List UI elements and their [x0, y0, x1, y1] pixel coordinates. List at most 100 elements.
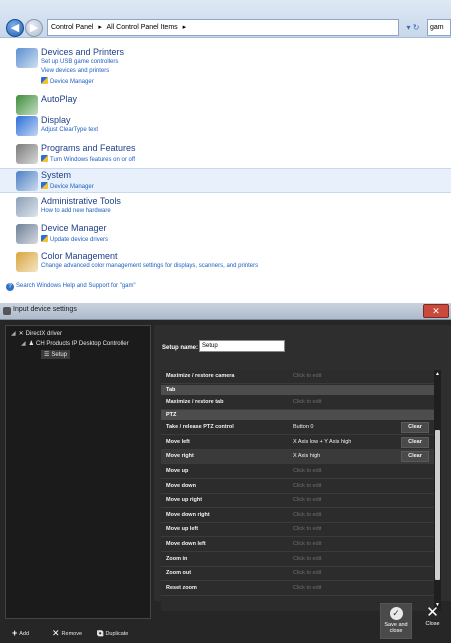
breadcrumb-all-items[interactable]: All Control Panel Items [106, 24, 177, 31]
binding-value[interactable]: Click to edit [293, 373, 321, 379]
cp-item-title[interactable]: Device Manager [41, 223, 107, 233]
cp-item-title[interactable]: Programs and Features [41, 143, 136, 153]
cp-item-sublink[interactable]: Device Manager [41, 77, 94, 85]
cp-item-display[interactable]: Display Adjust ClearType text [0, 114, 451, 138]
duplicate-button[interactable]: ⧉ Duplicate [97, 627, 128, 639]
cp-item-device-manager[interactable]: Device Manager Update device drivers [0, 222, 451, 246]
remove-label: Remove [61, 631, 83, 637]
binding-value[interactable]: Click to edit [293, 585, 321, 591]
binding-value[interactable]: Click to edit [293, 512, 321, 518]
tree-node-setup[interactable]: ☰ Setup [41, 350, 71, 359]
search-help-link[interactable]: ? Search Windows Help and Support for "ga… [6, 283, 136, 291]
cp-item-administrative-tools[interactable]: Administrative Tools How to add new hardw… [0, 195, 451, 219]
back-arrow-icon: ◀ [10, 22, 20, 34]
close-button[interactable]: ✕ Close [416, 603, 449, 639]
binding-row[interactable]: Take / release PTZ control Button 0 Clear [161, 421, 434, 436]
cp-item-title[interactable]: Display [41, 115, 71, 125]
help-icon: ? [6, 283, 14, 291]
cp-item-sublink[interactable]: Turn Windows features on or off [41, 155, 135, 163]
cp-item-sublink[interactable]: How to add new hardware [41, 208, 111, 214]
breadcrumb-control-panel[interactable]: Control Panel [51, 24, 93, 31]
cp-item-sublink[interactable]: Adjust ClearType text [41, 127, 98, 133]
cp-item-sublink[interactable]: Change advanced color management setting… [41, 263, 258, 269]
tree-node-directx[interactable]: ◢ ✕ DirectX driver [11, 330, 62, 337]
search-input[interactable]: gam [427, 19, 451, 36]
refresh-icon[interactable]: ▾ ↻ [401, 19, 425, 36]
cp-item-system[interactable]: System Device Manager [0, 168, 451, 193]
control-panel-window: ◀ ▶ Control Panel ▸ All Control Panel It… [0, 0, 451, 302]
color-management-icon [16, 252, 38, 272]
binding-row[interactable]: Move up right Click to edit [161, 494, 434, 509]
window-close-button[interactable]: ✕ [423, 304, 449, 318]
collapse-icon[interactable]: ◢ [21, 341, 26, 347]
binding-row[interactable]: Move down right Click to edit [161, 509, 434, 523]
binding-row[interactable]: Zoom in Click to edit [161, 553, 434, 567]
binding-row[interactable]: Maximize / restore camera Click to edit [161, 370, 434, 384]
scrollbar[interactable]: ▲ ▼ [434, 370, 441, 611]
cp-item-color-management[interactable]: Color Management Change advanced color ma… [0, 250, 451, 274]
action-label: Take / release PTZ control [166, 424, 234, 431]
binding-row[interactable]: Move right X Axis high Clear [161, 450, 434, 465]
binding-row[interactable]: Zoom out Click to edit [161, 567, 434, 582]
action-label: Move down left [166, 541, 206, 547]
cp-item-sublink[interactable]: Device Manager [41, 182, 94, 190]
cp-item-title[interactable]: Administrative Tools [41, 196, 121, 206]
binding-value[interactable]: Button 0 [293, 424, 314, 430]
setup-name-input[interactable]: Setup [199, 340, 285, 352]
action-label: Zoom in [166, 555, 188, 562]
close-icon: ✕ [426, 604, 439, 621]
group-header: Tab [161, 384, 434, 395]
save-close-label-2: close [389, 628, 403, 634]
administrative-tools-icon [16, 197, 38, 217]
programs-features-icon [16, 144, 38, 164]
binding-row[interactable]: Move down Click to edit [161, 480, 434, 494]
cp-item-programs-features[interactable]: Programs and Features Turn Windows featur… [0, 142, 451, 166]
cp-item-title[interactable]: System [41, 170, 71, 180]
list-icon: ☰ [44, 352, 50, 358]
forward-arrow-icon: ▶ [29, 22, 39, 34]
binding-value[interactable]: Click to edit [293, 541, 321, 547]
binding-value[interactable]: Click to edit [293, 483, 321, 489]
cp-item-sublink[interactable]: View devices and printers [41, 68, 109, 74]
x-icon: ✕ [52, 628, 60, 638]
action-label: Move up left [166, 526, 199, 533]
breadcrumb[interactable]: Control Panel ▸ All Control Panel Items … [47, 19, 399, 36]
binding-value[interactable]: X Axis low + Y Axis high [293, 439, 351, 445]
clear-button[interactable]: Clear [401, 436, 429, 448]
collapse-icon[interactable]: ◢ [11, 331, 16, 337]
binding-value[interactable]: Click to edit [293, 570, 321, 576]
cp-item-autoplay[interactable]: AutoPlay [0, 93, 451, 115]
binding-value[interactable]: Click to edit [293, 556, 321, 562]
binding-value[interactable]: Click to edit [293, 468, 321, 474]
clear-button[interactable]: Clear [401, 422, 429, 434]
action-label: Move right [166, 453, 194, 460]
binding-row[interactable]: Move up Click to edit [161, 465, 434, 479]
cp-item-title[interactable]: AutoPlay [41, 94, 77, 104]
action-label: Maximize / restore tab [166, 398, 224, 405]
tree-node-label: Setup [51, 352, 68, 358]
binding-row[interactable]: Move down left Click to edit [161, 538, 434, 552]
shield-icon [41, 182, 48, 189]
cp-item-devices-printers[interactable]: Devices and Printers Set up USB game cont… [0, 46, 451, 90]
add-label: Add [19, 631, 30, 637]
tree-node-device[interactable]: ◢ ♟ CH Products IP Desktop Controller [21, 340, 129, 347]
cp-item-sublink[interactable]: Update device drivers [41, 235, 108, 243]
binding-value[interactable]: Click to edit [293, 497, 321, 503]
cp-item-title[interactable]: Color Management [41, 251, 118, 261]
clear-button[interactable]: Clear [401, 451, 429, 463]
binding-value[interactable]: Click to edit [293, 399, 321, 405]
save-and-close-button[interactable]: ✓ Save and close [380, 603, 412, 639]
binding-row[interactable]: Maximize / restore tab Click to edit [161, 396, 434, 410]
scroll-up-icon[interactable]: ▲ [434, 371, 441, 378]
binding-row[interactable]: Reset zoom Click to edit [161, 582, 434, 596]
binding-row[interactable]: Move left X Axis low + Y Axis high Clear [161, 436, 434, 450]
remove-button[interactable]: ✕ Remove [52, 627, 82, 639]
add-button[interactable]: + Add [12, 627, 29, 639]
scroll-thumb[interactable] [435, 430, 440, 580]
binding-value[interactable]: X Axis high [293, 453, 320, 459]
search-help-text[interactable]: Search Windows Help and Support for "gam… [16, 283, 136, 289]
binding-row[interactable]: Move up left Click to edit [161, 523, 434, 538]
binding-value[interactable]: Click to edit [293, 526, 321, 532]
cp-item-title[interactable]: Devices and Printers [41, 47, 124, 57]
cp-item-sublink[interactable]: Set up USB game controllers [41, 59, 118, 65]
